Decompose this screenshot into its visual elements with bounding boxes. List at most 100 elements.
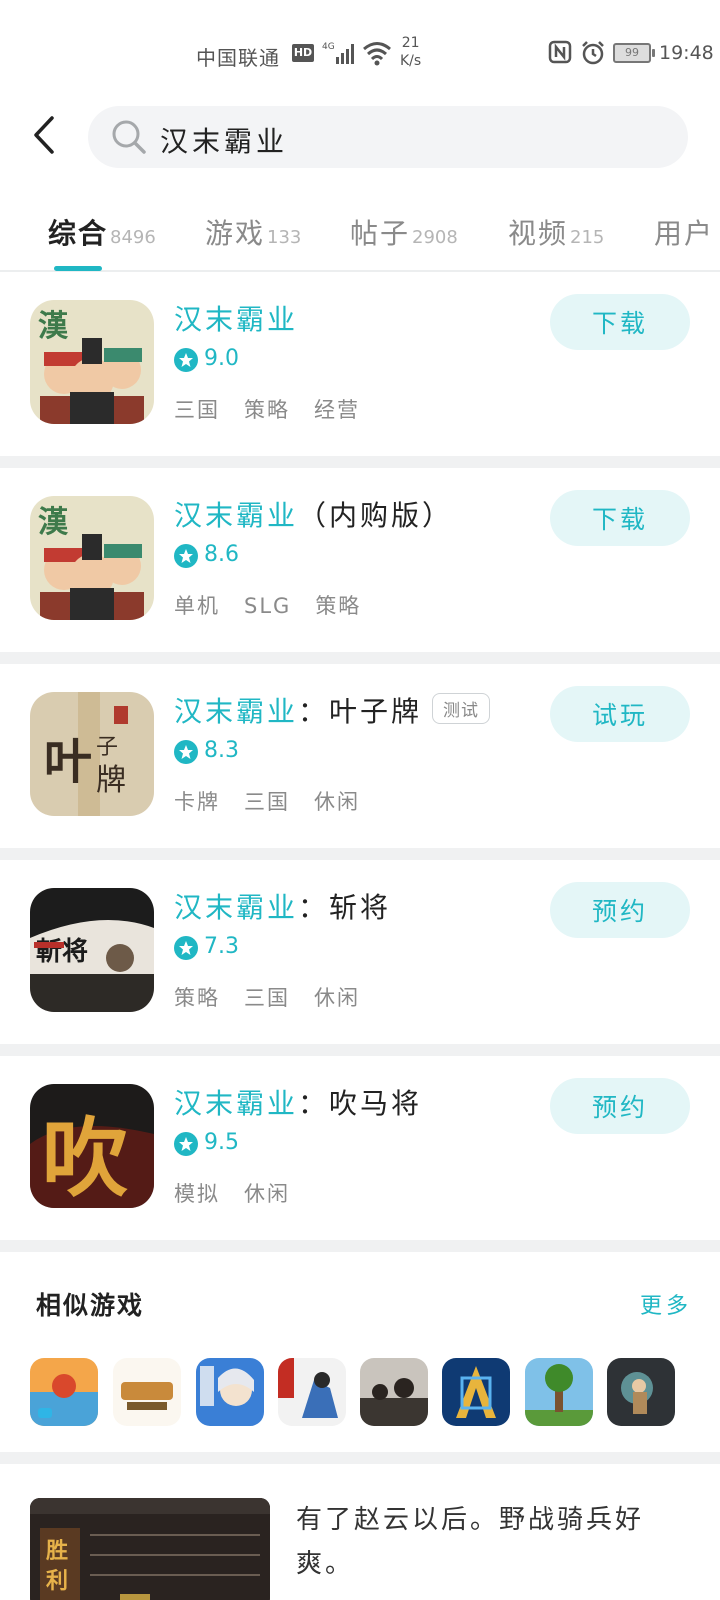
beta-badge: 测试 [432,693,491,724]
search-query[interactable]: 汉末霸业 [160,120,288,160]
clock: 19:48 [659,42,714,64]
network-type-label: 4G [322,42,335,52]
post-item[interactable]: 胜 利 有了赵云以后。野战骑兵好爽。 [0,1470,720,1600]
icon-glyph: 吹 [42,1108,128,1208]
icon-glyph: 子 [96,735,118,760]
app-icon-leaf-cards: 叶 子 牌 [30,692,154,816]
title-suffix: ：斩将 [298,891,392,924]
status-bar: 中国联通 HD 4G 21 K/s 99 19:48 [0,0,720,90]
tab-all[interactable]: 综合 8496 [48,212,156,252]
star-icon [174,936,198,960]
title-suffix: ：叶子牌 [298,695,423,728]
icon-glyph: 漢 [38,309,69,344]
back-arrow-icon[interactable] [26,110,66,160]
divider [0,1240,720,1252]
tag[interactable]: 策略 [315,594,361,618]
tab-count: 8496 [110,227,156,248]
reserve-button[interactable]: 预约 [550,1078,690,1134]
nfc-icon [548,40,572,64]
result-item[interactable]: 斬将 汉末霸业：斩将 7.3 策略 三国 休闲 预约 [0,860,720,1044]
similar-game-icon[interactable] [360,1358,428,1426]
star-icon [174,1132,198,1156]
thumb-glyph: 胜 [46,1538,68,1564]
tag[interactable]: SLG [244,594,291,618]
tag-list: 卡牌 三国 休闲 [174,786,384,816]
title-suffix: （内购版） [298,499,454,532]
network-speed: 21 K/s [400,34,421,70]
title-highlight: 汉末霸业 [174,499,299,532]
try-play-button[interactable]: 试玩 [550,686,690,742]
tab-games[interactable]: 游戏 133 [205,212,301,252]
icon-glyph: 牌 [96,763,126,798]
similar-game-icon[interactable] [442,1358,510,1426]
title-highlight: 汉末霸业 [174,891,299,924]
tag[interactable]: 卡牌 [174,790,220,814]
signal-icon: 4G [322,42,354,64]
speed-unit: K/s [400,53,422,69]
active-tab-indicator [54,266,102,271]
tab-videos[interactable]: 视频 215 [508,212,604,252]
download-button[interactable]: 下载 [550,490,690,546]
app-title[interactable]: 汉末霸业 [174,298,298,338]
title-highlight: 汉末霸业 [174,695,299,728]
divider [0,848,720,860]
tag[interactable]: 单机 [174,594,220,618]
tag[interactable]: 模拟 [174,1182,220,1206]
speed-value: 21 [401,35,420,51]
icon-glyph: 漢 [38,505,69,540]
app-title[interactable]: 汉末霸业：吹马将 [174,1082,422,1122]
tab-count: 215 [570,227,605,248]
rating-value: 8.3 [204,738,239,763]
tab-bar: 综合 8496 游戏 133 帖子 2908 视频 215 用户 [0,204,720,272]
tab-count: 2908 [412,227,458,248]
battery-icon: 99 [613,43,655,63]
tag[interactable]: 休闲 [244,1182,290,1206]
similar-game-icon[interactable] [30,1358,98,1426]
result-item[interactable]: 叶 子 牌 汉末霸业：叶子牌 测试 8.3 卡牌 三国 休闲 试玩 [0,664,720,848]
tag[interactable]: 三国 [174,398,220,422]
divider [0,1452,720,1464]
hd-badge: HD [292,44,314,62]
similar-game-icon[interactable] [196,1358,264,1426]
tag[interactable]: 策略 [244,398,290,422]
tag[interactable]: 三国 [244,790,290,814]
title-suffix: ：吹马将 [298,1087,423,1120]
result-item[interactable]: 漢 汉末霸业（内购版） 8.6 单机 SLG 策略 下载 [0,468,720,652]
similar-game-icon[interactable] [525,1358,593,1426]
app-icon-zhanjiang: 斬将 [30,888,154,1012]
search-input[interactable]: 汉末霸业 [88,106,688,168]
tag[interactable]: 策略 [174,986,220,1010]
tab-posts[interactable]: 帖子 2908 [350,212,458,252]
carrier-label: 中国联通 [196,46,280,70]
section-title: 相似游戏 [36,1291,145,1320]
app-title[interactable]: 汉末霸业：斩将 [174,886,391,926]
reserve-button[interactable]: 预约 [550,882,690,938]
tab-users[interactable]: 用户 [654,212,714,252]
icon-glyph: 斬将 [36,937,88,967]
app-icon-hanmo-bayue: 漢 [30,300,154,424]
app-title[interactable]: 汉末霸业（内购版） [174,494,453,534]
thumb-glyph: 利 [46,1568,68,1594]
tab-label: 视频 [508,217,569,250]
divider [0,456,720,468]
result-item[interactable]: 吹 汉末霸业：吹马将 9.5 模拟 休闲 预约 [0,1056,720,1240]
similar-game-icon[interactable] [113,1358,181,1426]
tab-label: 帖子 [350,217,411,250]
tag[interactable]: 休闲 [314,790,360,814]
rating-value: 9.0 [204,346,239,371]
more-link[interactable]: 更多 [640,1288,692,1320]
tag[interactable]: 休闲 [314,986,360,1010]
post-text: 有了赵云以后。野战骑兵好爽。 [296,1505,645,1579]
similar-game-icon[interactable] [607,1358,675,1426]
rating-value: 9.5 [204,1130,239,1155]
divider [0,652,720,664]
similar-games-section: 相似游戏 更多 [0,1256,720,1452]
result-item[interactable]: 漢 汉末霸业 9.0 三国 策略 经营 下载 [0,272,720,456]
tag[interactable]: 三国 [244,986,290,1010]
app-title[interactable]: 汉末霸业：叶子牌 测试 [174,690,491,730]
similar-game-icon[interactable] [278,1358,346,1426]
tag[interactable]: 经营 [314,398,360,422]
download-button[interactable]: 下载 [550,294,690,350]
star-icon [174,740,198,764]
tag-list: 模拟 休闲 [174,1178,314,1208]
